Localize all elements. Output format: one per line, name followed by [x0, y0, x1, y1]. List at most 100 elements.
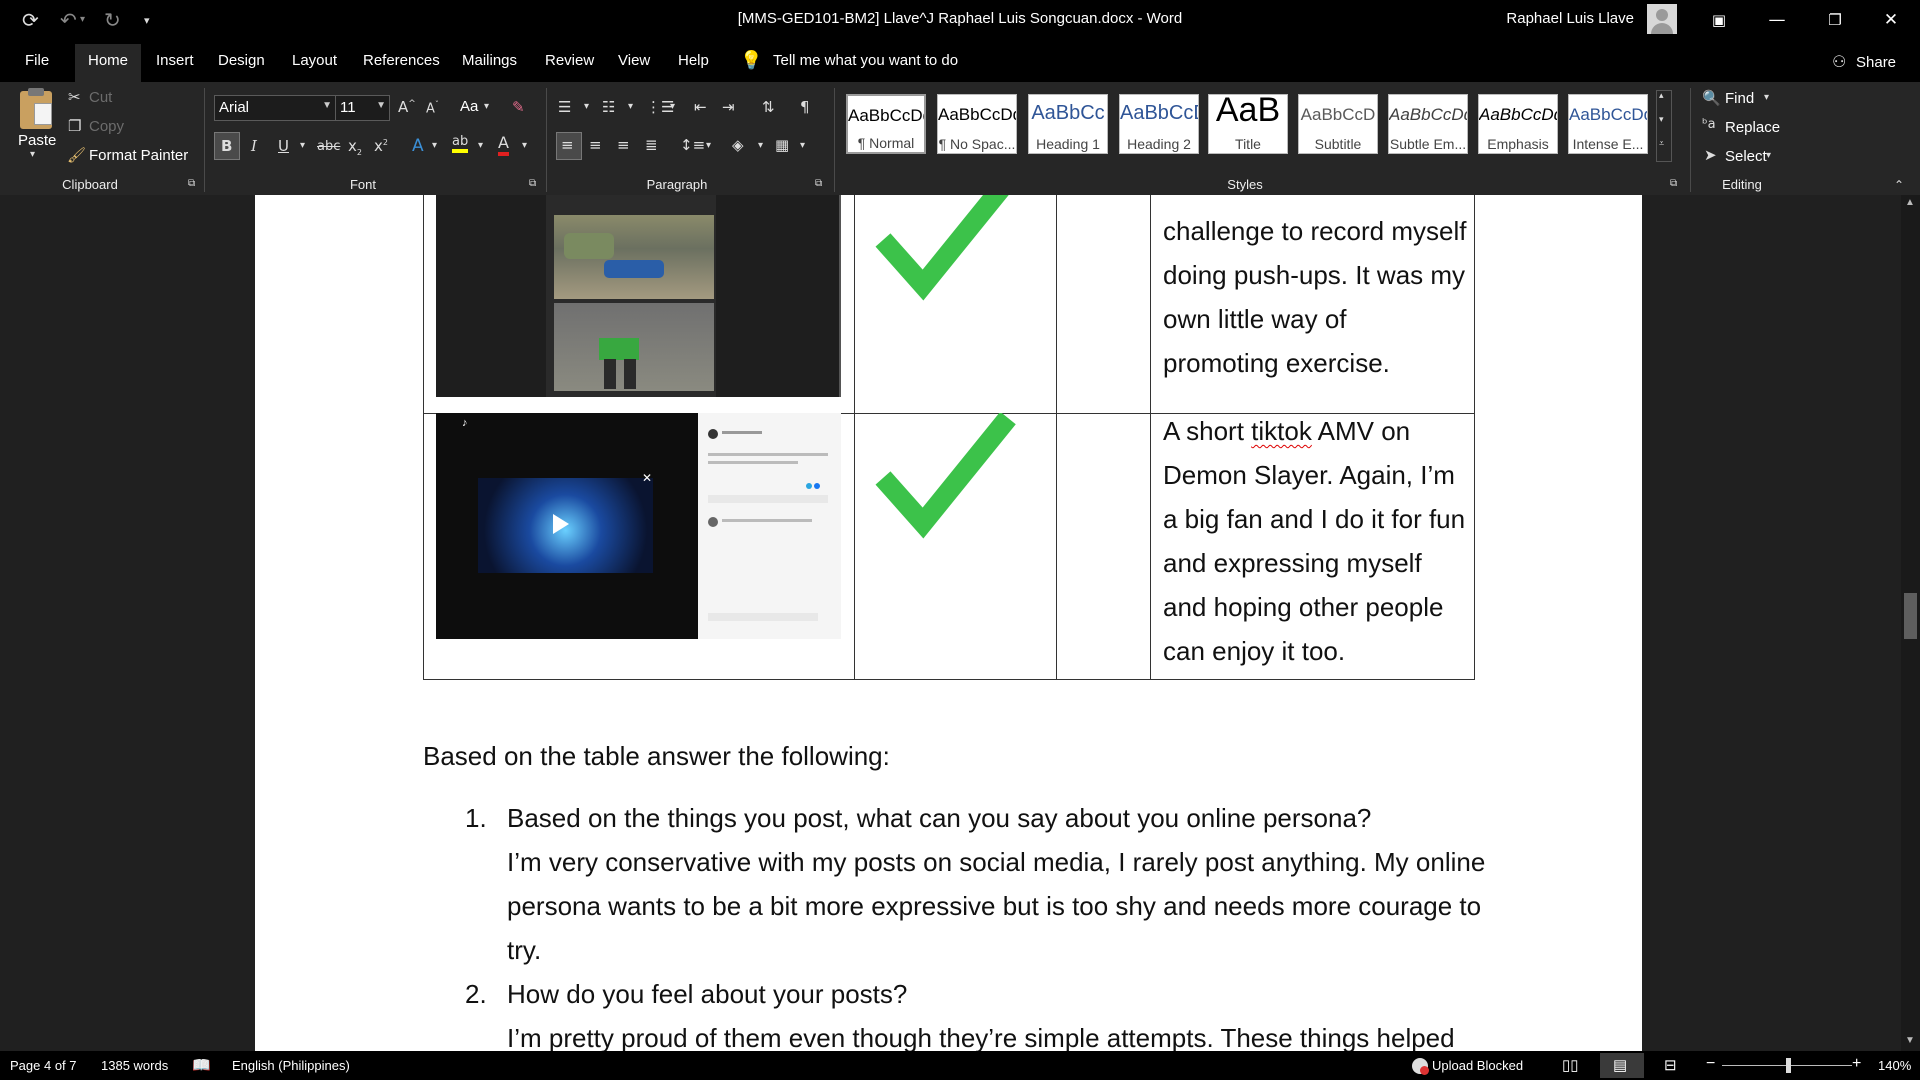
web-layout-icon[interactable]: ⊟: [1664, 1056, 1677, 1074]
chevron-down-icon[interactable]: ▾: [1766, 150, 1771, 161]
bold-icon[interactable]: B: [221, 137, 232, 155]
restore-button[interactable]: ❐: [1806, 0, 1864, 40]
tab-design[interactable]: Design: [218, 52, 265, 69]
style-subtitle[interactable]: AaBbCcD Subtitle: [1298, 94, 1378, 154]
style-intense-e[interactable]: AaBbCcDd Intense E...: [1568, 94, 1648, 154]
justify-icon[interactable]: ≣: [645, 136, 658, 154]
tab-view[interactable]: View: [618, 52, 650, 69]
document-page[interactable]: ♪ ✕ challenge to record myself doing pus…: [255, 195, 1642, 1051]
text-effects-icon[interactable]: A: [412, 136, 424, 156]
chevron-down-icon[interactable]: ▾: [800, 140, 805, 151]
style-heading-1[interactable]: AaBbCc Heading 1: [1028, 94, 1108, 154]
page-indicator[interactable]: Page 4 of 7: [10, 1058, 77, 1073]
avatar[interactable]: [1647, 4, 1677, 34]
clipboard-launcher-icon[interactable]: ⧉: [188, 178, 195, 189]
misspelled-word[interactable]: tiktok: [1251, 416, 1312, 446]
vertical-scrollbar[interactable]: ▲ ▼: [1901, 195, 1920, 1051]
chevron-down-icon[interactable]: ▾: [522, 140, 527, 151]
replace-button[interactable]: Replace: [1725, 119, 1780, 136]
chevron-down-icon[interactable]: ▾: [478, 140, 483, 151]
word-count[interactable]: 1385 words: [101, 1058, 168, 1073]
subscript-icon[interactable]: x2: [348, 137, 362, 157]
paste-button[interactable]: Paste: [18, 132, 56, 149]
tab-file[interactable]: File: [25, 52, 49, 69]
undo-icon[interactable]: ↶: [60, 8, 77, 32]
line-spacing-icon[interactable]: ↕≡: [680, 136, 705, 154]
scrollbar-thumb[interactable]: [1904, 593, 1917, 639]
clear-formatting-icon[interactable]: ✎: [512, 98, 525, 116]
style-normal[interactable]: AaBbCcDd ¶ Normal: [846, 94, 926, 154]
shading-icon[interactable]: ◈: [732, 136, 744, 154]
zoom-out-icon[interactable]: −: [1706, 1055, 1715, 1073]
paste-icon[interactable]: [20, 88, 52, 129]
zoom-slider-thumb[interactable]: [1786, 1058, 1791, 1073]
tab-help[interactable]: Help: [678, 52, 709, 69]
align-right-icon[interactable]: ≡: [617, 136, 630, 154]
styles-scroll[interactable]: ▴ ▾ ⩡: [1656, 90, 1672, 162]
share-button[interactable]: Share: [1856, 54, 1896, 71]
redo-icon[interactable]: ↻: [104, 8, 121, 32]
bullets-icon[interactable]: ☰: [558, 98, 571, 116]
more-styles-icon[interactable]: ⩡: [1659, 139, 1664, 149]
style-title[interactable]: AaB Title: [1208, 94, 1288, 154]
style-emphasis[interactable]: AaBbCcDd Emphasis: [1478, 94, 1558, 154]
font-name-combo[interactable]: Arial ▼: [214, 95, 336, 121]
find-button[interactable]: Find: [1725, 90, 1754, 107]
tell-me-search[interactable]: Tell me what you want to do: [773, 52, 958, 69]
numbering-icon[interactable]: ☷: [602, 98, 615, 116]
chevron-down-icon[interactable]: ▾: [758, 140, 763, 151]
decrease-indent-icon[interactable]: ⇤: [694, 98, 707, 116]
style-heading-2[interactable]: AaBbCcD Heading 2: [1119, 94, 1199, 154]
style-subtle-em[interactable]: AaBbCcDd Subtle Em...: [1388, 94, 1468, 154]
show-formatting-marks-icon[interactable]: ¶: [800, 98, 810, 116]
underline-icon[interactable]: U: [278, 137, 289, 155]
print-layout-icon[interactable]: ▤: [1613, 1056, 1627, 1074]
chevron-down-icon[interactable]: ▾: [670, 101, 675, 112]
italic-icon[interactable]: I: [251, 137, 257, 155]
chevron-up-icon[interactable]: ▴: [1659, 91, 1664, 101]
cut-button[interactable]: Cut: [89, 89, 112, 106]
chevron-up-icon[interactable]: ▲: [1905, 197, 1915, 208]
align-left-icon[interactable]: ≡: [561, 136, 574, 154]
chevron-down-icon[interactable]: ▾: [706, 140, 711, 151]
tab-references[interactable]: References: [363, 52, 440, 69]
increase-indent-icon[interactable]: ⇥: [722, 98, 735, 116]
close-button[interactable]: ✕: [1862, 0, 1920, 40]
tab-insert[interactable]: Insert: [156, 52, 194, 69]
strikethrough-icon[interactable]: abc: [317, 139, 340, 154]
chevron-down-icon[interactable]: ▾: [432, 140, 437, 151]
proofing-icon[interactable]: 📖: [192, 1056, 211, 1074]
font-launcher-icon[interactable]: ⧉: [529, 178, 536, 189]
tab-home[interactable]: Home: [88, 52, 128, 69]
grow-font-icon[interactable]: A^: [398, 98, 416, 116]
customize-quick-access-icon[interactable]: ▾: [144, 14, 150, 27]
font-size-combo[interactable]: 11 ▼: [335, 95, 390, 121]
paragraph-launcher-icon[interactable]: ⧉: [815, 178, 822, 189]
select-button[interactable]: Select: [1725, 148, 1767, 165]
collapse-ribbon-icon[interactable]: ⌃: [1894, 178, 1904, 192]
style-no-spac[interactable]: AaBbCcDd ¶ No Spac...: [937, 94, 1017, 154]
tab-mailings[interactable]: Mailings: [462, 52, 517, 69]
change-case-button[interactable]: Aa: [460, 98, 478, 115]
chevron-down-icon[interactable]: ▾: [484, 101, 489, 112]
paste-dropdown-icon[interactable]: ▾: [30, 149, 35, 160]
chevron-down-icon[interactable]: ▾: [1764, 92, 1769, 103]
zoom-in-icon[interactable]: +: [1852, 1055, 1861, 1073]
chevron-down-icon[interactable]: ▾: [628, 101, 633, 112]
user-name[interactable]: Raphael Luis Llave: [1506, 10, 1634, 27]
superscript-icon[interactable]: x2: [374, 137, 388, 155]
shrink-font-icon[interactable]: Aˇ: [426, 100, 439, 116]
align-center-icon[interactable]: ≡: [589, 136, 602, 154]
read-mode-icon[interactable]: ▯▯: [1562, 1056, 1579, 1074]
copy-button[interactable]: Copy: [89, 118, 124, 135]
chevron-down-icon[interactable]: ▼: [1905, 1035, 1915, 1046]
font-color-icon[interactable]: A: [498, 133, 509, 156]
sort-icon[interactable]: ⇅: [762, 98, 775, 116]
minimize-button[interactable]: —: [1748, 0, 1806, 40]
chevron-down-icon[interactable]: ▾: [1659, 115, 1664, 125]
tab-review[interactable]: Review: [545, 52, 594, 69]
highlight-icon[interactable]: ab: [452, 134, 469, 153]
borders-icon[interactable]: ▦: [775, 136, 789, 154]
tab-layout[interactable]: Layout: [292, 52, 337, 69]
zoom-level[interactable]: 140%: [1878, 1058, 1911, 1073]
